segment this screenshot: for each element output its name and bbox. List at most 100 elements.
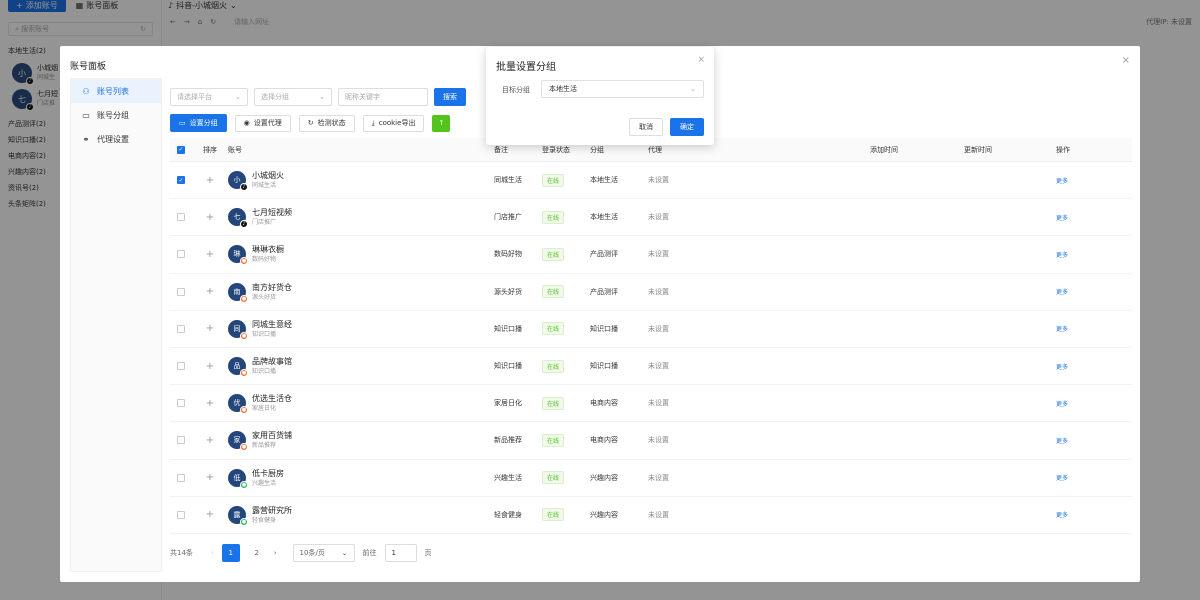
row-checkbox[interactable] <box>177 399 185 408</box>
more-link[interactable]: 更多 <box>1056 178 1068 185</box>
table-row[interactable]: + 家 ● 家用百货铺 新品推荐 新品推荐 在线 电商内容 未设置 更多 <box>170 422 1132 460</box>
xiaohongshu-icon: ● <box>240 294 248 303</box>
account-note: 轻食健身 <box>494 510 522 519</box>
next-page-icon[interactable]: › <box>274 549 277 557</box>
more-link[interactable]: 更多 <box>1056 401 1068 408</box>
more-link[interactable]: 更多 <box>1056 289 1068 296</box>
page-1[interactable]: 1 <box>221 544 240 562</box>
more-link[interactable]: 更多 <box>1056 438 1068 445</box>
table-row[interactable]: + 优 ● 优选生活仓 家居日化 家居日化 在线 电商内容 未设置 更多 <box>170 385 1132 423</box>
drag-handle-icon[interactable]: + <box>192 398 228 409</box>
more-link[interactable]: 更多 <box>1056 364 1068 371</box>
target-group-select[interactable]: 本地生活 ⌄ <box>541 80 704 98</box>
nav-item-proxy-settings[interactable]: ⚭ 代理设置 <box>71 127 161 151</box>
drag-handle-icon[interactable]: + <box>192 212 228 223</box>
chevron-down-icon: ⌄ <box>341 549 348 557</box>
header-updated-time: 更新时间 <box>964 145 992 154</box>
status-badge: 在线 <box>542 396 565 410</box>
table-row[interactable]: + 露 ● 露营研究所 轻食健身 轻食健身 在线 兴趣内容 未设置 更多 <box>170 497 1132 534</box>
table-row[interactable]: ✓ + 小 ♪ 小城烟火 同城生活 同城生活 在线 本地生活 未设置 更多 <box>170 162 1132 200</box>
pagination: 共14条 ‹ 1 2 › 10条/页 ⌄ 前往 1 页 <box>170 544 432 562</box>
group-select[interactable]: 选择分组 ⌄ <box>254 88 332 106</box>
close-icon[interactable]: × <box>1122 55 1130 66</box>
drag-handle-icon[interactable]: + <box>192 361 228 372</box>
table-row[interactable]: + 同 ● 同城生意经 知识口播 知识口播 在线 知识口播 未设置 更多 <box>170 311 1132 348</box>
drag-handle-icon[interactable]: + <box>192 509 228 520</box>
table-row[interactable]: + 南 ● 南方好货仓 源头好货 源头好货 在线 产品测评 未设置 更多 <box>170 274 1132 311</box>
chevron-down-icon: ⌄ <box>235 93 241 101</box>
account-name: 七月短视频 <box>252 208 292 218</box>
account-sub: 知识口播 <box>252 368 277 376</box>
set-proxy-button[interactable]: ◉ 设置代理 <box>234 114 291 132</box>
drag-handle-icon[interactable]: + <box>192 286 228 297</box>
drag-handle-icon[interactable]: + <box>192 472 228 483</box>
row-checkbox[interactable] <box>177 436 185 445</box>
table-row[interactable]: + 琳 ● 琳琳衣橱 数码好物 数码好物 在线 产品测评 未设置 更多 <box>170 236 1132 274</box>
avatar: 露 ● <box>228 505 248 526</box>
xiaohongshu-icon: ● <box>240 257 248 266</box>
action-bar: ▭ 设置分组 ◉ 设置代理 ↻ 检测状态 ⤓ cookie导出 ↑ <box>170 114 451 132</box>
account-proxy: 未设置 <box>648 213 669 222</box>
avatar: 优 ● <box>228 394 248 415</box>
account-name: 家用百货铺 <box>252 431 292 441</box>
row-checkbox[interactable]: ✓ <box>177 176 185 185</box>
table-row[interactable]: + 七 ♪ 七月短视频 门店推广 门店推广 在线 本地生活 未设置 更多 <box>170 199 1132 237</box>
platform-select[interactable]: 请选择平台 ⌄ <box>170 88 248 106</box>
more-link[interactable]: 更多 <box>1056 252 1068 259</box>
header-ops: 操作 <box>1056 145 1070 154</box>
cancel-button[interactable]: 取消 <box>629 118 663 136</box>
page-size-select[interactable]: 10条/页 ⌄ <box>292 544 355 562</box>
drag-handle-icon[interactable]: + <box>192 323 228 334</box>
close-icon[interactable]: × <box>697 55 705 65</box>
nav-item-account-list[interactable]: ⚇ 账号列表 <box>71 79 161 103</box>
nav-item-account-group[interactable]: ▭ 账号分组 <box>71 103 161 127</box>
row-checkbox[interactable] <box>177 287 185 296</box>
account-name: 琳琳衣橱 <box>252 245 284 255</box>
total-count: 共14条 <box>170 549 193 557</box>
account-group: 本地生活 <box>590 176 618 185</box>
more-link[interactable]: 更多 <box>1056 512 1068 519</box>
status-badge: 在线 <box>542 508 565 522</box>
drag-handle-icon[interactable]: + <box>192 435 228 446</box>
page-2[interactable]: 2 <box>248 544 266 562</box>
account-sub: 轻食健身 <box>252 516 277 524</box>
row-checkbox[interactable] <box>177 250 185 259</box>
check-status-button[interactable]: ↻ 检测状态 <box>298 114 355 132</box>
cookie-export-button[interactable]: ⤓ cookie导出 <box>362 114 425 132</box>
set-group-button[interactable]: ▭ 设置分组 <box>170 114 227 132</box>
confirm-button[interactable]: 确定 <box>670 118 704 136</box>
account-group: 电商内容 <box>590 399 618 408</box>
more-link[interactable]: 更多 <box>1056 215 1068 222</box>
avatar: 琳 ● <box>228 245 248 266</box>
row-checkbox[interactable] <box>177 510 185 519</box>
keyword-input[interactable]: 昵称关键字 <box>338 88 428 106</box>
page-unit: 页 <box>424 549 432 557</box>
account-name: 小城烟火 <box>252 171 284 181</box>
account-group: 知识口播 <box>590 362 618 371</box>
account-sub: 兴趣生活 <box>252 479 277 487</box>
goto-page-input[interactable]: 1 <box>384 544 417 562</box>
account-group: 兴趣内容 <box>590 473 618 482</box>
target-group-label: 目标分组 <box>502 86 530 94</box>
row-checkbox[interactable] <box>177 213 185 222</box>
table-row[interactable]: + 低 ● 低卡厨房 兴趣生活 兴趣生活 在线 兴趣内容 未设置 更多 <box>170 460 1132 497</box>
upload-icon: ↑ <box>438 119 445 127</box>
drag-handle-icon[interactable]: + <box>192 175 228 186</box>
account-proxy: 未设置 <box>648 399 669 408</box>
row-checkbox[interactable] <box>177 473 185 482</box>
table-row[interactable]: + 品 ● 品牌故事馆 知识口播 知识口播 在线 知识口播 未设置 更多 <box>170 348 1132 386</box>
drag-handle-icon[interactable]: + <box>192 249 228 260</box>
search-button[interactable]: 搜索 <box>434 88 466 106</box>
header-login-status: 登录状态 <box>542 145 570 154</box>
import-button[interactable]: ↑ <box>432 114 451 132</box>
more-link[interactable]: 更多 <box>1056 475 1068 482</box>
select-all-checkbox[interactable]: ✓ <box>177 145 185 154</box>
prev-page-icon[interactable]: ‹ <box>211 549 214 557</box>
status-badge: 在线 <box>542 247 565 261</box>
row-checkbox[interactable] <box>177 362 185 371</box>
row-checkbox[interactable] <box>177 324 185 333</box>
header-sort: 排序 <box>203 145 217 154</box>
account-group: 本地生活 <box>590 213 618 222</box>
more-link[interactable]: 更多 <box>1056 326 1068 333</box>
avatar: 家 ● <box>228 431 248 452</box>
